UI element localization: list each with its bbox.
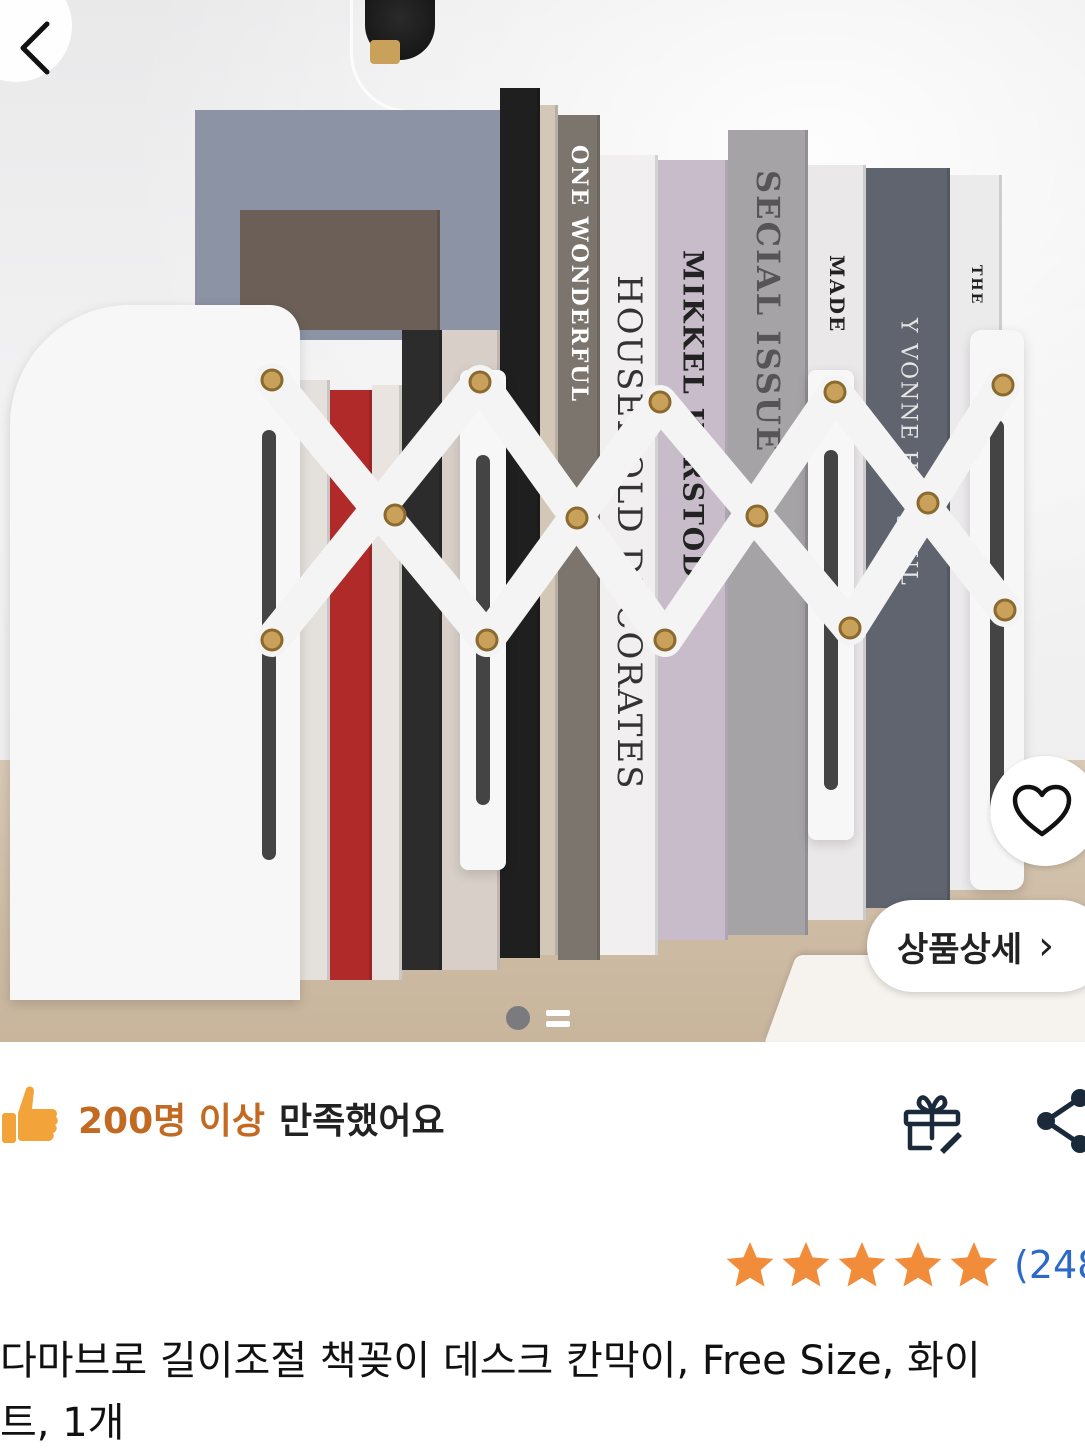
satisfaction-row: 200명 이상 만족했어요 bbox=[0, 1080, 445, 1156]
product-image-carousel[interactable]: ONE WONDERFUL HOUSEHOLD DECORATES MIKKEL… bbox=[0, 0, 1085, 1042]
satisfaction-text: 만족했어요 bbox=[279, 1101, 445, 1142]
thumbs-up-icon bbox=[2, 1086, 58, 1143]
product-detail-label: 상품상세 bbox=[897, 929, 1023, 970]
carousel-dot[interactable] bbox=[546, 1006, 570, 1030]
chevron-right-icon: › bbox=[1038, 923, 1055, 969]
satisfaction-count: 200명 이상 bbox=[78, 1101, 266, 1142]
star-icon bbox=[838, 1242, 886, 1287]
product-title-line: 다마브로 길이조절 책꽂이 데스크 칸막이, Free Size, 화이 bbox=[0, 1338, 981, 1384]
rating-summary[interactable]: (248 bbox=[724, 1240, 1085, 1290]
back-button[interactable] bbox=[0, 0, 72, 82]
star-icon bbox=[894, 1242, 942, 1287]
gift-icon[interactable] bbox=[900, 1090, 964, 1154]
star-icon bbox=[726, 1242, 774, 1287]
carousel-dot-active[interactable] bbox=[506, 1006, 530, 1030]
product-title-line: 트, 1개 bbox=[0, 1400, 125, 1446]
product-detail-button[interactable]: 상품상세 › bbox=[867, 900, 1085, 992]
product-title: 다마브로 길이조절 책꽂이 데스크 칸막이, Free Size, 화이 트, … bbox=[0, 1330, 1085, 1454]
heart-icon bbox=[1012, 784, 1072, 837]
chevron-left-icon bbox=[20, 21, 50, 75]
scissor-extender bbox=[255, 363, 1022, 657]
star-icon bbox=[950, 1242, 998, 1287]
carousel-indicator[interactable] bbox=[506, 1006, 570, 1030]
review-count[interactable]: (248 bbox=[1014, 1243, 1085, 1287]
star-icon bbox=[782, 1242, 830, 1287]
share-icon[interactable] bbox=[1034, 1088, 1085, 1154]
